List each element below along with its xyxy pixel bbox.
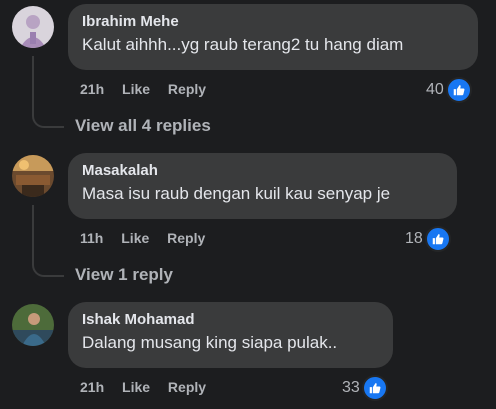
avatar-image (12, 6, 54, 48)
thread-connector (32, 106, 64, 128)
comment-text: Dalang musang king siapa pulak.. (82, 333, 338, 352)
comment-author[interactable]: Ibrahim Mehe (82, 12, 466, 31)
reaction-count: 40 (426, 81, 444, 98)
like-button[interactable]: Like (121, 230, 149, 246)
avatar-image (12, 155, 54, 197)
comment-text: Kalut aihhh...yg raub terang2 tu hang di… (82, 35, 404, 54)
thread-line (32, 205, 34, 255)
thread-connector (32, 255, 64, 277)
comments-panel: Ibrahim Mehe Kalut aihhh...yg raub teran… (0, 0, 496, 409)
view-replies-link[interactable]: View 1 reply (75, 265, 173, 285)
reaction-summary[interactable]: 18 (405, 226, 451, 252)
comment-text: Masa isu raub dengan kuil kau senyap je (82, 184, 391, 203)
reply-button[interactable]: Reply (168, 81, 206, 97)
comment-timestamp[interactable]: 21h (80, 81, 104, 97)
comment-timestamp[interactable]: 21h (80, 379, 104, 395)
comment-bubble: Ishak Mohamad Dalang musang king siapa p… (68, 302, 393, 368)
reply-button[interactable]: Reply (167, 230, 205, 246)
reaction-summary[interactable]: 33 (342, 375, 388, 401)
comment-author[interactable]: Ishak Mohamad (82, 310, 381, 329)
like-thumb-icon (445, 77, 472, 103)
reply-button[interactable]: Reply (168, 379, 206, 395)
comment-bubble: Masakalah Masa isu raub dengan kuil kau … (68, 153, 457, 219)
comment-bubble: Ibrahim Mehe Kalut aihhh...yg raub teran… (68, 4, 478, 70)
avatar[interactable] (12, 6, 54, 48)
comment-actions: 21h Like Reply (80, 81, 220, 97)
reaction-count: 18 (405, 230, 423, 247)
view-replies-link[interactable]: View all 4 replies (75, 116, 211, 136)
comment-actions: 21h Like Reply (80, 379, 220, 395)
like-thumb-icon (361, 375, 388, 401)
like-thumb-icon (424, 226, 451, 252)
comment-actions: 11h Like Reply (80, 230, 219, 246)
like-button[interactable]: Like (122, 81, 150, 97)
thread-line (32, 56, 34, 106)
reaction-summary[interactable]: 40 (426, 77, 472, 103)
comment-author[interactable]: Masakalah (82, 161, 445, 180)
reaction-count: 33 (342, 379, 360, 396)
like-button[interactable]: Like (122, 379, 150, 395)
avatar[interactable] (12, 304, 54, 346)
avatar-image (12, 304, 54, 346)
avatar[interactable] (12, 155, 54, 197)
comment-timestamp[interactable]: 11h (80, 230, 103, 246)
